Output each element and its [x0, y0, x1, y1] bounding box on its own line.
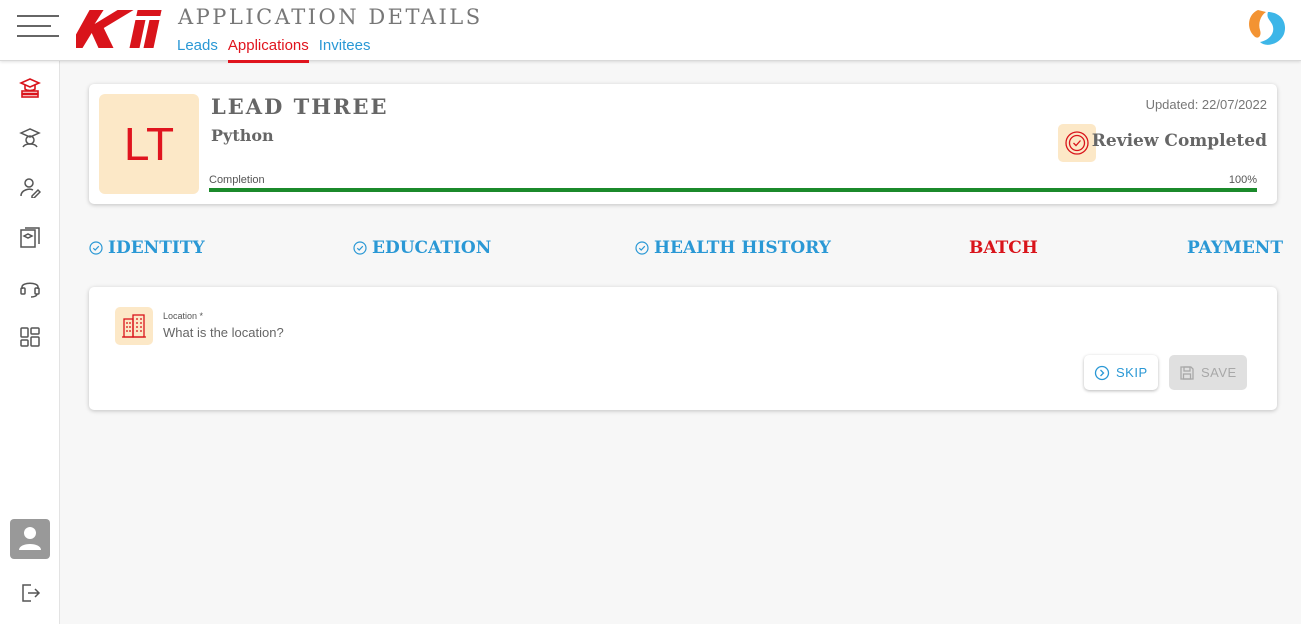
tab-applications[interactable]: Applications	[227, 37, 309, 63]
review-status: Review Completed	[1091, 131, 1267, 151]
check-circle-icon	[89, 241, 103, 255]
side-rail	[0, 61, 60, 624]
batch-form-card: Location * SKIP SAVE	[89, 287, 1277, 410]
completion-percent: 100%	[1228, 174, 1257, 186]
step-label: IDENTITY	[108, 238, 205, 258]
skip-label: SKIP	[1116, 365, 1148, 380]
location-label: Location *	[163, 311, 204, 321]
save-label: SAVE	[1201, 365, 1237, 380]
dashboard-grid-icon[interactable]	[19, 326, 41, 348]
save-button[interactable]: SAVE	[1169, 355, 1247, 390]
step-label: BATCH	[969, 238, 1038, 258]
check-circle-icon	[353, 241, 367, 255]
step-payment[interactable]: PAYMENT	[1187, 238, 1283, 258]
completion-progress-fill	[209, 188, 1257, 192]
updated-date: Updated: 22/07/2022	[1145, 97, 1267, 112]
completion-progress-bar	[209, 188, 1257, 192]
lead-summary-card: LT LEAD THREE Python Updated: 22/07/2022…	[89, 84, 1277, 204]
menu-icon[interactable]	[17, 14, 59, 38]
top-bar: APPLICATION DETAILS Leads Applications I…	[0, 0, 1301, 63]
skip-circle-icon	[1094, 365, 1110, 380]
avatar-icon	[19, 527, 41, 550]
skip-button[interactable]: SKIP	[1084, 355, 1158, 390]
student-icon[interactable]	[19, 126, 41, 148]
completion-label: Completion	[209, 174, 265, 186]
lead-course: Python	[211, 126, 274, 145]
lead-avatar: LT	[99, 94, 199, 194]
check-circle-icon	[635, 241, 649, 255]
step-label: PAYMENT	[1187, 238, 1283, 258]
save-icon	[1180, 365, 1194, 380]
page-title: APPLICATION DETAILS	[178, 5, 483, 29]
step-label: EDUCATION	[372, 238, 492, 258]
tab-leads[interactable]: Leads	[177, 37, 218, 63]
location-input[interactable]	[163, 325, 763, 340]
lead-name: LEAD THREE	[211, 94, 389, 119]
logout-icon[interactable]	[19, 582, 41, 604]
step-label: HEALTH HISTORY	[654, 238, 831, 258]
step-identity[interactable]: IDENTITY	[89, 238, 205, 258]
courses-icon[interactable]	[19, 226, 41, 248]
graduation-books-icon[interactable]	[19, 76, 41, 98]
step-health-history[interactable]: HEALTH HISTORY	[635, 238, 831, 258]
brand-logo-icon	[1249, 10, 1286, 45]
headset-icon[interactable]	[19, 276, 41, 298]
step-batch[interactable]: BATCH	[969, 238, 1038, 258]
tab-invitees[interactable]: Invitees	[319, 37, 371, 63]
avatar-button[interactable]	[10, 519, 50, 559]
user-edit-icon[interactable]	[19, 176, 41, 198]
step-education[interactable]: EDUCATION	[353, 238, 491, 258]
building-icon	[115, 307, 153, 345]
kii-logo	[76, 10, 162, 48]
top-tabs: Leads Applications Invitees	[177, 37, 370, 63]
review-badge-icon	[1058, 124, 1096, 162]
